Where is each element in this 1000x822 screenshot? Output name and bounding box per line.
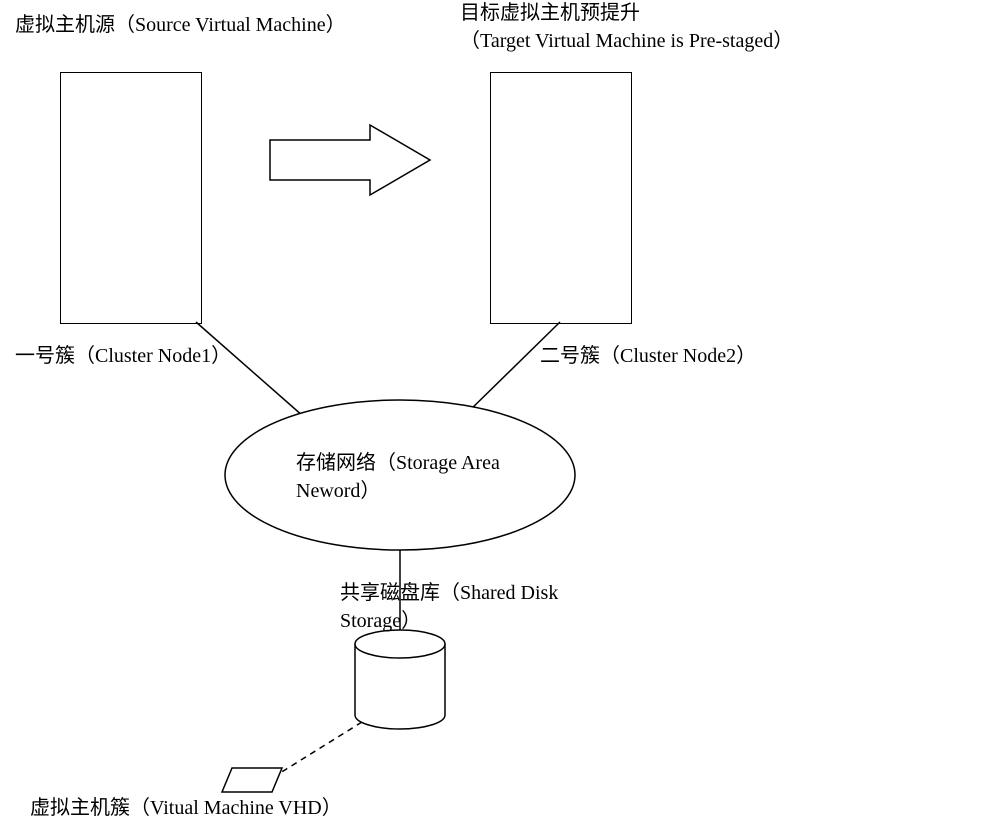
arrow-icon bbox=[270, 125, 430, 195]
dashed-line-disk-to-vhd bbox=[272, 722, 362, 778]
diagram-svg bbox=[0, 0, 1000, 822]
vm-cluster-label: 虚拟主机簇（Vitual Machine VHD） bbox=[30, 795, 342, 822]
shared-disk-label-line1: 共享磁盘库（Shared Disk bbox=[340, 580, 558, 607]
san-label-line2: Neword） bbox=[296, 478, 380, 505]
shared-disk-label-line2: Storage） bbox=[340, 608, 421, 635]
vhd-parallelogram-icon bbox=[222, 768, 282, 792]
line-node2-to-san bbox=[465, 322, 560, 415]
san-label-line1: 存储网络（Storage Area bbox=[296, 450, 500, 477]
shared-disk-cylinder bbox=[355, 630, 445, 729]
